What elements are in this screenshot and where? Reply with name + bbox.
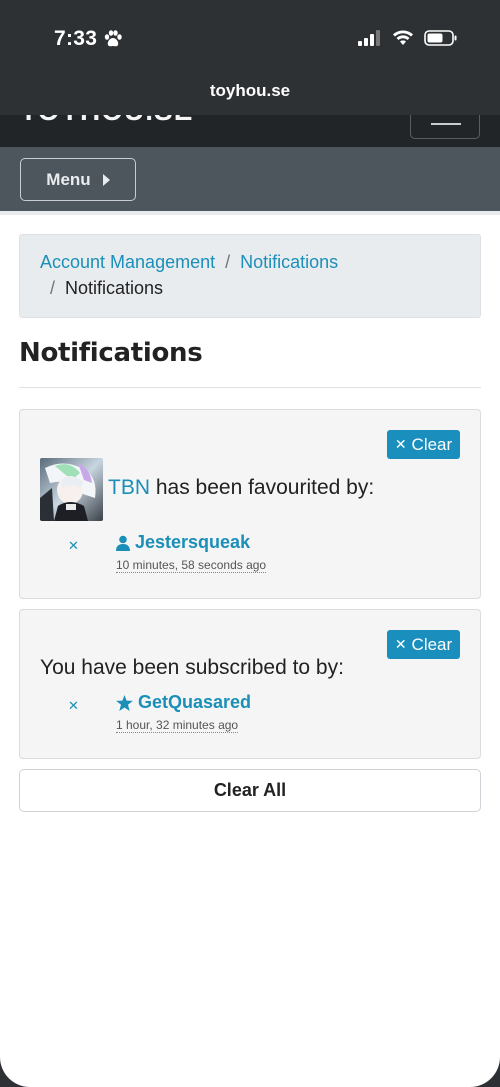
user-link[interactable]: GetQuasared (116, 692, 251, 713)
clear-label: Clear (411, 634, 453, 654)
menu-button-label: Menu (46, 169, 91, 189)
character-thumbnail-image (40, 458, 103, 521)
notification-text: has been favourited by: (150, 476, 375, 499)
divider (19, 387, 481, 388)
main-content: Account Management / Notifications / Notifi… (0, 211, 500, 1087)
star-icon (116, 694, 133, 711)
battery-icon (424, 30, 457, 46)
breadcrumb: Account Management / Notifications / Notifi… (19, 234, 481, 318)
status-icons (358, 30, 458, 46)
clear-label: Clear (411, 434, 453, 454)
breadcrumb-separator: / (225, 252, 231, 272)
user-link[interactable]: Jestersqueak (116, 532, 250, 553)
cellular-signal-icon (358, 30, 380, 46)
notification-card: ✕ Clear You have been subscribed to by: … (19, 609, 481, 759)
site-header: TOYHOU.SE (0, 115, 500, 147)
remove-icon[interactable]: ✕ (68, 538, 79, 554)
username: GetQuasared (138, 692, 252, 712)
breadcrumb-notifications[interactable]: Notifications (240, 252, 338, 272)
caret-right-icon (102, 173, 110, 186)
hamburger-icon (431, 123, 461, 125)
clear-all-button[interactable]: Clear All (19, 769, 481, 812)
paw-icon (105, 30, 122, 47)
menu-bar: Menu (0, 147, 500, 211)
username: Jestersqueak (135, 532, 251, 552)
site-logo[interactable]: TOYHOU.SE (20, 115, 193, 127)
notification-headline: You have been subscribed to by: (40, 656, 344, 679)
notification-headline: TBN has been favourited by: (108, 476, 374, 500)
menu-button[interactable]: Menu (20, 158, 136, 201)
navbar-toggle-button[interactable] (410, 115, 480, 139)
user-icon (116, 535, 130, 551)
breadcrumb-current: Notifications (65, 278, 164, 298)
timestamp: 10 minutes, 58 seconds ago (116, 558, 267, 573)
remove-icon[interactable]: ✕ (68, 698, 79, 714)
notification-card: ✕ Clear TBN has been favourited by: ✕ Je… (19, 409, 481, 599)
url-bar[interactable]: toyhou.se (0, 81, 500, 101)
character-link[interactable]: TBN (108, 476, 150, 499)
time-text: 7:33 (54, 27, 98, 50)
page-title: Notifications (19, 338, 203, 368)
timestamp: 1 hour, 32 minutes ago (116, 718, 239, 733)
clear-notification-button[interactable]: ✕ Clear (387, 630, 460, 659)
breadcrumb-separator: / (50, 278, 56, 298)
breadcrumb-account-management[interactable]: Account Management (40, 252, 215, 272)
browser-chrome: 7:33 toyhou.se (0, 0, 500, 115)
wifi-icon (393, 30, 413, 45)
status-time: 7:33 (54, 27, 123, 51)
clear-notification-button[interactable]: ✕ Clear (387, 430, 460, 459)
close-icon: ✕ (394, 436, 407, 452)
character-avatar[interactable] (40, 458, 103, 521)
close-icon: ✕ (394, 636, 407, 652)
